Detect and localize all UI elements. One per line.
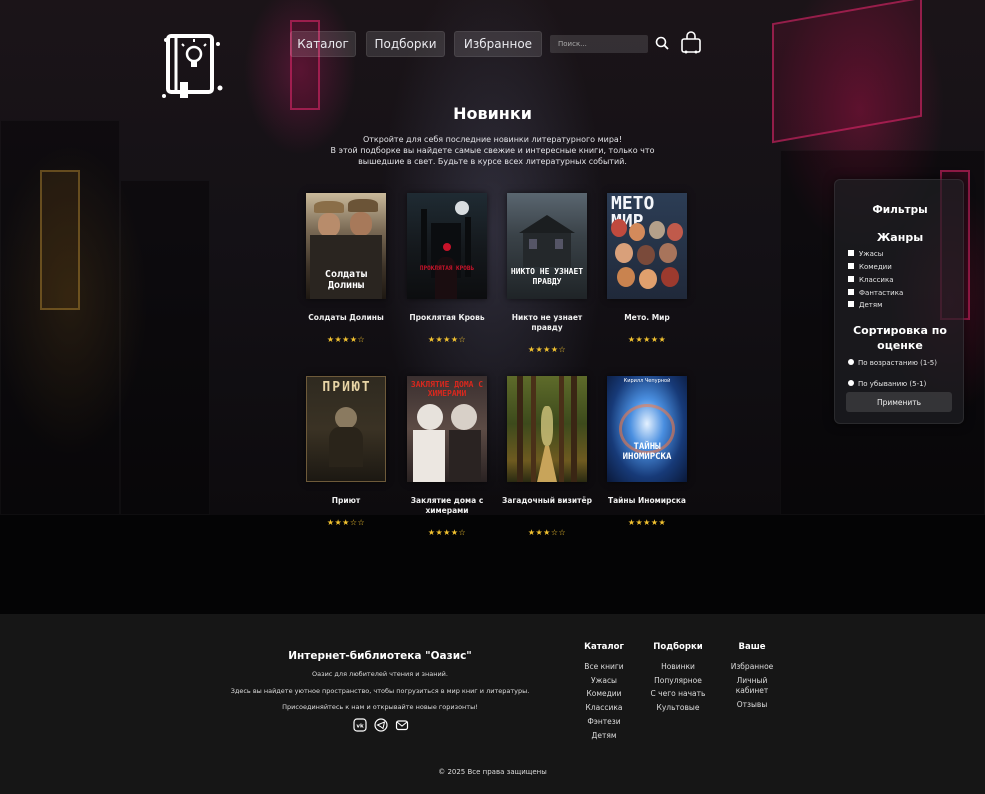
page-title: Новинки [453,104,532,123]
filters-title: Фильтры [872,204,928,216]
book-cover[interactable]: ЗАКЛЯТИЕ ДОМА С ХИМЕРАМИ [407,376,487,482]
mail-icon[interactable] [395,718,409,732]
footer-link[interactable]: Классика [574,703,634,713]
footer-link[interactable]: Популярное [643,676,713,686]
search-icon[interactable] [655,36,669,50]
genre-checkbox-scifi[interactable]: Фантастика [848,288,903,298]
footer-text: Здесь вы найдете уютное пространство, чт… [230,687,530,695]
page-description: Откройте для себя последние новинки лите… [330,135,655,166]
footer-link[interactable]: С чего начать [643,689,713,699]
book-rating: ★★★☆☆ [527,528,567,537]
footer-link[interactable]: Ужасы [574,676,634,686]
apply-filters-button[interactable]: Применить [846,392,952,412]
copyright: © 2025 Все права защищены [438,768,547,776]
vk-icon[interactable]: vk [353,718,367,732]
checkbox[interactable] [848,301,854,307]
book-title[interactable]: Заклятие дома с химерами [400,496,494,516]
library-logo-icon[interactable] [160,30,225,102]
footer-link[interactable]: Личный [722,676,782,686]
book-rating: ★★★★☆ [427,335,467,344]
footer-text: Оазис для любителей чтения и знаний. [312,670,448,678]
book-card[interactable]: Солдаты Долины Солдаты Долины ★★★★☆ [299,193,393,353]
genre-checkbox-horror[interactable]: Ужасы [848,249,883,259]
footer-column-catalog-heading: Каталог [584,642,624,652]
book-card[interactable]: Кирилл Чепурной ТАЙНЫ ИНОМИРСКА Тайны Ин… [600,376,694,536]
book-card[interactable]: МЕТО МИР Мето. Мир ★★★★★ [600,193,694,353]
footer-column-yours-heading: Ваше [738,642,766,652]
footer-link[interactable]: Культовые [643,703,713,713]
radio[interactable] [848,380,854,386]
radio[interactable] [848,359,854,365]
book-rating: ★★★☆☆ [326,518,366,527]
book-card[interactable]: ЗАКЛЯТИЕ ДОМА С ХИМЕРАМИ Заклятие дома с… [400,376,494,541]
svg-text:vk: vk [356,724,364,730]
book-card[interactable]: ПРОКЛЯТАЯ КРОВЬ Проклятая Кровь ★★★★☆ [400,193,494,353]
book-rating: ★★★★★ [627,335,667,344]
book-card[interactable]: НИКТО НЕ УЗНАЕТ ПРАВДУ Никто не узнает п… [500,193,594,363]
nav-catalog-button[interactable]: Каталог [290,31,356,57]
shopping-bag-icon[interactable] [680,30,702,54]
footer-column-collections-heading: Подборки [653,642,703,652]
book-rating: ★★★★☆ [427,528,467,537]
book-card[interactable]: Загадочный визитёр ★★★☆☆ [500,376,594,541]
nav-collections-button[interactable]: Подборки [366,31,445,57]
book-title[interactable]: Солдаты Долины [299,313,393,323]
book-cover[interactable]: Кирилл Чепурной ТАЙНЫ ИНОМИРСКА [607,376,687,482]
book-cover[interactable]: Солдаты Долины [306,193,386,299]
book-title[interactable]: Загадочный визитёр [500,496,594,506]
footer-link[interactable]: Детям [574,731,634,741]
footer-text: Присоединяйтесь к нам и открывайте новые… [282,703,478,711]
footer: Интернет-библиотека "Оазис" Оазис для лю… [0,614,985,794]
footer-link[interactable]: Избранное [722,662,782,672]
footer-link[interactable]: Отзывы [722,700,782,710]
sort-radio-ascending[interactable]: По возрастанию (1-5) [848,358,937,368]
filters-panel: Фильтры Жанры Ужасы Комедии Классика Фан… [834,179,964,424]
book-rating: ★★★★★ [627,518,667,527]
book-title[interactable]: Приют [299,496,393,506]
book-rating: ★★★★☆ [527,345,567,354]
telegram-icon[interactable] [374,718,388,732]
book-cover[interactable]: МЕТО МИР [607,193,687,299]
book-cover[interactable]: НИКТО НЕ УЗНАЕТ ПРАВДУ [507,193,587,299]
checkbox[interactable] [848,250,854,256]
genre-checkbox-comedy[interactable]: Комедии [848,262,892,272]
book-title[interactable]: Проклятая Кровь [400,313,494,323]
footer-link[interactable]: Все книги [574,662,634,672]
book-title[interactable]: Тайны Иномирска [600,496,694,506]
genres-title: Жанры [876,231,924,244]
book-title[interactable]: Мето. Мир [600,313,694,323]
footer-title: Интернет-библиотека "Оазис" [288,650,472,662]
sort-radio-descending[interactable]: По убыванию (5-1) [848,379,926,389]
book-card[interactable]: ПРИЮТ Приют ★★★☆☆ [299,376,393,541]
search-input[interactable] [550,35,648,53]
page: Каталог Подборки Избранное Новинки Откро… [0,0,985,794]
book-cover[interactable]: ПРИЮТ [306,376,386,482]
book-rating: ★★★★☆ [326,335,366,344]
footer-link[interactable]: Фэнтези [574,717,634,727]
genre-checkbox-classic[interactable]: Классика [848,275,894,285]
book-cover[interactable] [507,376,587,482]
checkbox[interactable] [848,276,854,282]
checkbox[interactable] [848,289,854,295]
footer-link[interactable]: Новинки [643,662,713,672]
checkbox[interactable] [848,263,854,269]
book-cover[interactable]: ПРОКЛЯТАЯ КРОВЬ [407,193,487,299]
sort-title: Сортировка по оценке [853,324,947,352]
genre-checkbox-kids[interactable]: Детям [848,300,882,310]
footer-link[interactable]: кабинет [722,686,782,696]
footer-link[interactable]: Комедии [574,689,634,699]
book-title[interactable]: Никто не узнает правду [500,313,594,333]
nav-favorites-button[interactable]: Избранное [454,31,542,57]
